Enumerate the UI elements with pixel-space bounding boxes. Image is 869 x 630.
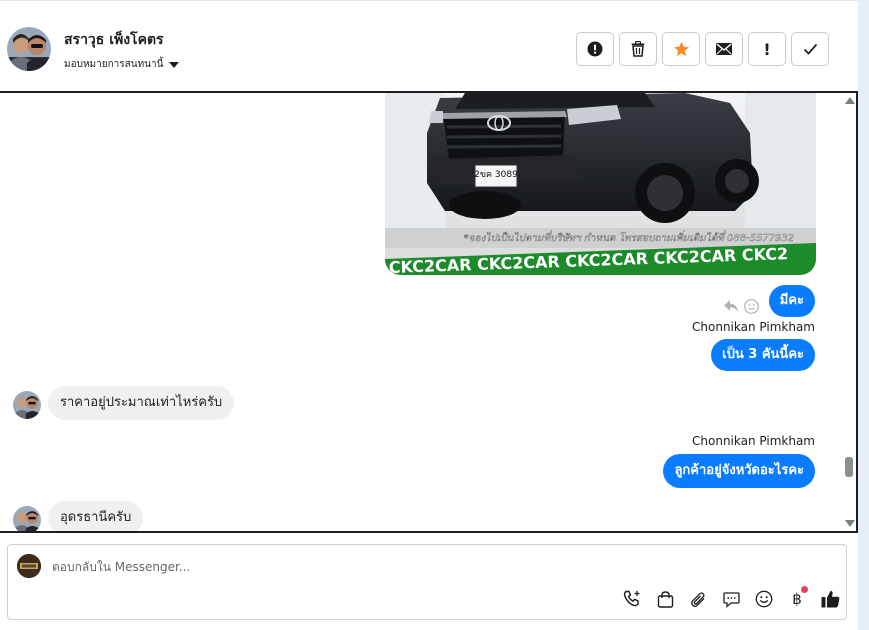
chat-bubble-dots-icon — [722, 591, 740, 608]
scroll-down-arrow-icon[interactable] — [845, 520, 855, 527]
payment-button[interactable]: ฿ — [786, 586, 808, 610]
contact-avatar[interactable] — [7, 27, 51, 71]
baht-icon: ฿ — [792, 590, 802, 608]
conversation-actions: ! — [576, 32, 829, 66]
sender-name: Chonnikan Pimkham — [692, 434, 815, 448]
reply-icon[interactable] — [724, 300, 738, 312]
reply-input[interactable] — [52, 557, 612, 577]
attach-button[interactable] — [687, 588, 709, 610]
call-button[interactable] — [621, 588, 643, 610]
image-caption: *จองไปเป็นไปตามที่บริษัทฯ กำหนด โทรสอบถา… — [464, 230, 795, 244]
assign-conversation-dropdown[interactable]: มอบหมายการสนทนานี้ — [64, 57, 180, 72]
right-edge-strip — [858, 0, 869, 630]
license-plate: 2ขค 3089 — [474, 170, 518, 180]
shared-car-photo[interactable]: 2ขค 3089 *จองไปเป็นไปตามที่บริษัทฯ กำหนด… — [385, 93, 816, 275]
messenger-inbox: สราวุธ เพ็งโคตร มอบหมายการสนทนานี้ ! 2ขค… — [0, 0, 869, 630]
like-button[interactable] — [819, 588, 841, 610]
smiley-icon — [755, 590, 773, 608]
report-button[interactable] — [576, 32, 614, 66]
mark-done-button[interactable] — [791, 32, 829, 66]
saved-replies-button[interactable] — [720, 588, 742, 610]
shop-button[interactable] — [654, 588, 676, 610]
contact-name[interactable]: สราวุธ เพ็งโคตร — [64, 29, 164, 51]
conversation-header: สราวุธ เพ็งโคตร มอบหมายการสนทนานี้ ! — [0, 0, 858, 92]
delete-button[interactable] — [619, 32, 657, 66]
thread-scrollbar[interactable] — [842, 93, 856, 531]
message-composer: ฿ — [7, 544, 847, 620]
scrollbar-thumb[interactable] — [845, 457, 853, 477]
message-bubble-outgoing[interactable]: เป็น 3 คันนี้คะ — [711, 339, 815, 371]
alert-circle-icon — [587, 41, 603, 57]
star-icon — [673, 41, 689, 57]
shopping-bag-icon — [657, 590, 673, 608]
check-icon — [803, 43, 817, 55]
phone-plus-icon — [623, 590, 640, 607]
message-bubble-outgoing[interactable]: ลูกค้าอยู่จังหวัดอะไรคะ — [663, 454, 815, 488]
trash-icon — [631, 41, 645, 57]
message-thread[interactable]: 2ขค 3089 *จองไปเป็นไปตามที่บริษัทฯ กำหนด… — [0, 91, 858, 533]
sender-name: Chonnikan Pimkham — [692, 320, 815, 334]
caret-down-icon — [169, 61, 180, 68]
envelope-icon — [716, 43, 732, 55]
exclamation-icon: ! — [763, 39, 771, 59]
paperclip-icon — [690, 591, 705, 607]
message-bubble-outgoing[interactable]: มีคะ — [768, 285, 815, 317]
scroll-up-arrow-icon[interactable] — [845, 97, 855, 104]
smiley-react-icon[interactable] — [744, 299, 759, 314]
message-bubble-incoming[interactable]: ราคาอยู่ประมาณเท่าไหร่ครับ — [48, 386, 235, 420]
assign-label: มอบหมายการสนทนานี้ — [64, 59, 164, 70]
emoji-button[interactable] — [753, 588, 775, 610]
thumbs-up-icon — [821, 590, 839, 608]
contact-avatar-small[interactable] — [13, 506, 41, 531]
composer-toolbar: ฿ — [621, 586, 841, 610]
message-bubble-incoming[interactable]: อุดรธานีครับ — [48, 501, 144, 531]
page-avatar — [17, 554, 41, 578]
notification-dot — [801, 586, 808, 593]
contact-avatar-small[interactable] — [13, 391, 41, 419]
mark-unread-button[interactable] — [705, 32, 743, 66]
star-button[interactable] — [662, 32, 700, 66]
follow-up-button[interactable]: ! — [748, 32, 786, 66]
